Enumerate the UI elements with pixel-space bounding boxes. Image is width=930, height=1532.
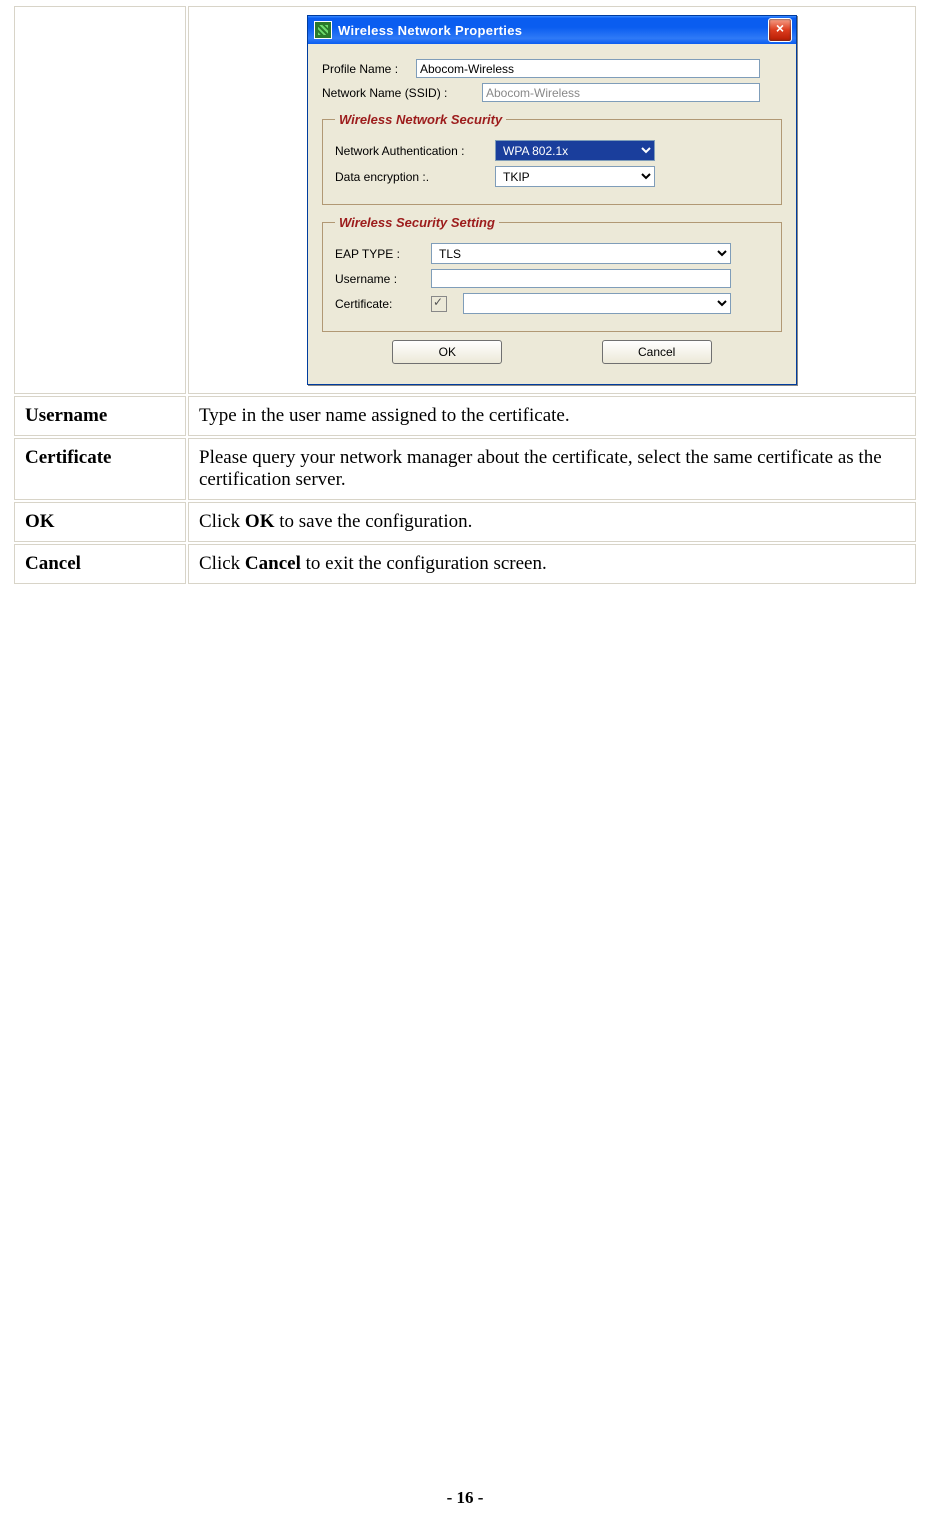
username-input[interactable] (431, 269, 731, 288)
network-security-legend: Wireless Network Security (335, 112, 506, 127)
data-enc-label: Data encryption :. (335, 170, 495, 184)
table-row: Cancel Click Cancel to exit the configur… (14, 544, 916, 584)
row-desc-ok: Click OK to save the configuration. (188, 502, 916, 542)
wireless-properties-dialog: Wireless Network Properties × Profile Na… (307, 15, 797, 385)
dialog-body: Profile Name : Network Name (SSID) : Wir… (308, 44, 796, 384)
username-label: Username : (335, 272, 431, 286)
profile-name-input[interactable] (416, 59, 760, 78)
row-desc-certificate: Please query your network manager about … (188, 438, 916, 500)
ssid-label: Network Name (SSID) : (322, 86, 482, 100)
image-row-cell: Wireless Network Properties × Profile Na… (188, 6, 916, 394)
net-auth-label: Network Authentication : (335, 144, 495, 158)
row-key-cancel: Cancel (14, 544, 186, 584)
close-icon[interactable]: × (768, 18, 792, 42)
page-number: - 16 - (0, 1488, 930, 1508)
row-key-certificate: Certificate (14, 438, 186, 500)
security-setting-group: Wireless Security Setting EAP TYPE : TLS… (322, 215, 782, 332)
certificate-checkbox[interactable] (431, 296, 447, 312)
row-desc-username: Type in the user name assigned to the ce… (188, 396, 916, 436)
ssid-input[interactable] (482, 83, 760, 102)
row-key-ok: OK (14, 502, 186, 542)
dialog-title: Wireless Network Properties (338, 23, 768, 38)
row-desc-cancel: Click Cancel to exit the configuration s… (188, 544, 916, 584)
profile-name-label: Profile Name : (322, 62, 416, 76)
ok-button[interactable]: OK (392, 340, 502, 364)
table-row: OK Click OK to save the configuration. (14, 502, 916, 542)
description-table: Wireless Network Properties × Profile Na… (12, 4, 918, 586)
network-security-group: Wireless Network Security Network Authen… (322, 112, 782, 205)
cancel-button[interactable]: Cancel (602, 340, 712, 364)
eap-type-select[interactable]: TLS (431, 243, 731, 264)
dialog-titlebar: Wireless Network Properties × (308, 16, 796, 44)
row-key-username: Username (14, 396, 186, 436)
certificate-label: Certificate: (335, 297, 431, 311)
certificate-select[interactable] (463, 293, 731, 314)
eap-type-label: EAP TYPE : (335, 247, 431, 261)
security-setting-legend: Wireless Security Setting (335, 215, 499, 230)
table-row: Certificate Please query your network ma… (14, 438, 916, 500)
table-row: Username Type in the user name assigned … (14, 396, 916, 436)
net-auth-select[interactable]: WPA 802.1x (495, 140, 655, 161)
data-enc-select[interactable]: TKIP (495, 166, 655, 187)
app-icon (314, 21, 332, 39)
image-row-key (14, 6, 186, 394)
